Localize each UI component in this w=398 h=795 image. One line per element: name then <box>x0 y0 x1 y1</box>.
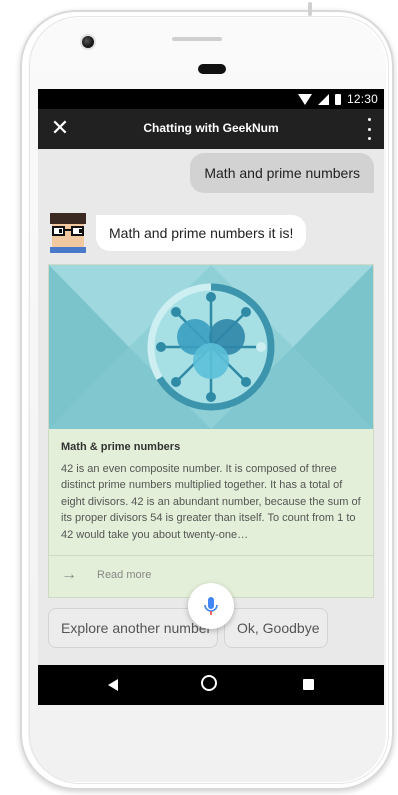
battery-icon <box>334 93 341 105</box>
power-button <box>308 2 312 16</box>
card-title: Math & prime numbers <box>61 441 181 453</box>
mic-button[interactable] <box>188 583 234 629</box>
wifi-icon <box>297 93 312 105</box>
status-time: 12:30 <box>346 92 378 106</box>
bot-message: Math and prime numbers it is! <box>96 215 307 251</box>
geek-avatar-icon <box>48 213 88 253</box>
info-card[interactable]: Math & prime numbers 42 is an even compo… <box>48 264 374 598</box>
arrow-right-icon: → <box>61 566 77 583</box>
back-icon[interactable] <box>108 679 118 691</box>
earpiece <box>172 37 222 41</box>
user-message: Math and prime numbers <box>190 153 374 193</box>
signal-icon <box>317 93 329 105</box>
card-divider <box>49 555 373 556</box>
mic-icon <box>204 597 218 615</box>
page-title: Chatting with GeekNum <box>143 121 279 135</box>
home-icon[interactable] <box>201 675 217 691</box>
chat-area[interactable]: Math and prime numbers Math and prime nu… <box>38 149 384 665</box>
more-vert-icon[interactable] <box>362 118 376 140</box>
card-description: 42 is an even composite number. It is co… <box>61 463 361 541</box>
speaker-grille <box>198 64 226 74</box>
read-more-label: Read more <box>97 569 152 581</box>
bot-avatar <box>48 213 88 253</box>
system-nav-bar <box>38 665 384 705</box>
front-camera <box>80 34 96 50</box>
prime-network-illustration <box>49 265 373 429</box>
screen: 12:30 ✕ Chatting with GeekNum Math and p… <box>38 89 384 705</box>
recent-apps-icon[interactable] <box>303 679 314 690</box>
suggestion-chip-goodbye[interactable]: Ok, Goodbye <box>224 608 328 648</box>
read-more-link[interactable]: → Read more <box>61 567 151 583</box>
app-bar: ✕ Chatting with GeekNum <box>38 109 384 149</box>
status-bar: 12:30 <box>38 89 384 109</box>
